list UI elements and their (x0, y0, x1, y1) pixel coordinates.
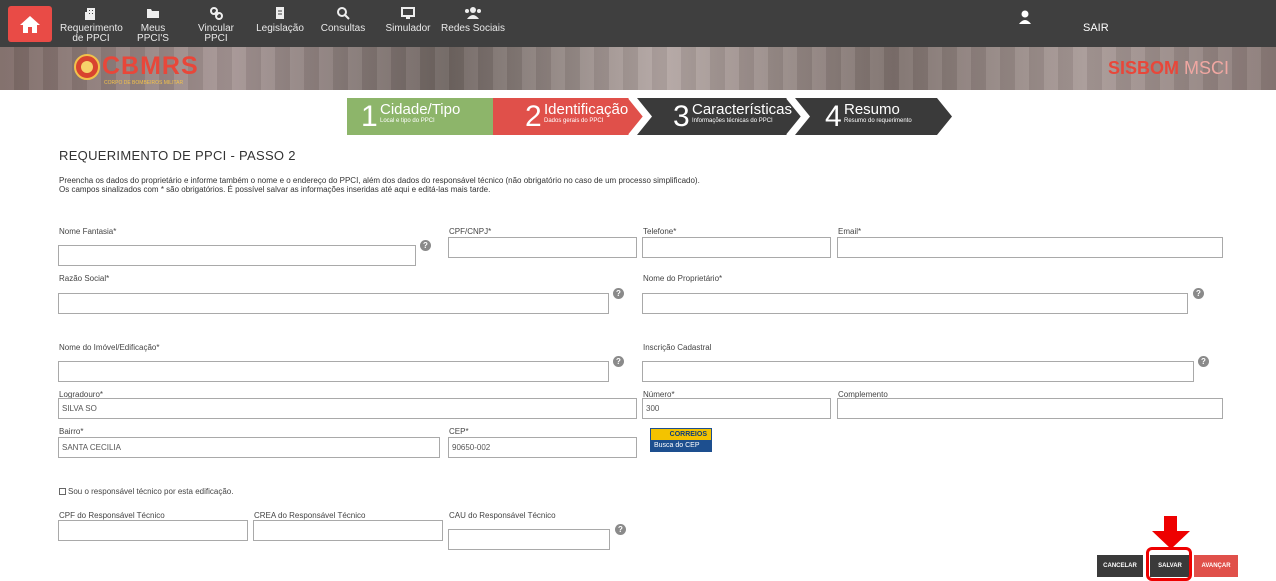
save-highlight-box (1146, 547, 1192, 581)
search-icon (316, 6, 370, 22)
inscricao-cadastral-input[interactable] (642, 361, 1194, 382)
nome-imovel-label: Nome do Imóvel/Edificação* (59, 343, 160, 352)
bairro-label: Bairro* (59, 427, 84, 436)
system-name: SISBOM (1108, 58, 1180, 78)
brand-subtitle: CORPO DE BOMBEIROS MILITAR (104, 80, 184, 86)
step-4[interactable]: 4 Resumo Resumo do requerimento (811, 98, 941, 135)
step-title: Cidade/Tipo (380, 101, 461, 118)
cau-resp-input[interactable] (448, 529, 610, 550)
step-subtitle: Informações técnicas do PPCI (692, 118, 773, 124)
system-suffix: MSCI (1184, 58, 1230, 78)
crea-resp-label: CREA do Responsável Técnico (254, 511, 366, 520)
page-title: REQUERIMENTO DE PPCI - PASSO 2 (59, 148, 296, 163)
link-icon (186, 6, 246, 22)
inscricao-cadastral-label: Inscrição Cadastral (643, 343, 712, 352)
checkbox-label: Sou o responsável técnico por esta edifi… (68, 487, 234, 496)
nome-fantasia-input[interactable] (58, 245, 416, 266)
monitor-icon (380, 6, 436, 22)
logradouro-input[interactable] (58, 398, 637, 419)
bairro-input[interactable] (58, 437, 440, 458)
nav-requerimento[interactable]: Requerimento de PPCI (60, 6, 123, 44)
nav-meus-ppcis[interactable]: Meus PPCI'S (125, 6, 181, 44)
nome-fantasia-label: Nome Fantasia* (59, 227, 117, 236)
step-title: Resumo (844, 101, 900, 118)
home-button[interactable] (8, 6, 52, 42)
step-subtitle: Dados gerais do PPCI (544, 118, 604, 124)
cep-label: CEP* (449, 427, 469, 436)
nav-consultas[interactable]: Consultas (316, 6, 370, 44)
folder-icon (125, 6, 181, 22)
help-icon[interactable]: ? (615, 524, 626, 535)
nav-label: Redes Sociais (441, 23, 505, 34)
cbmrs-seal-logo (74, 54, 100, 80)
step-number: 2 (525, 100, 542, 133)
complemento-input[interactable] (837, 398, 1223, 419)
intro-line: Preencha os dados do proprietário e info… (59, 176, 700, 185)
cpf-cnpj-input[interactable] (448, 237, 637, 258)
razao-social-label: Razão Social* (59, 274, 110, 283)
correios-logo-text: CORREIOS (651, 429, 711, 440)
nav-label: Legislação (256, 23, 304, 34)
nome-proprietario-input[interactable] (642, 293, 1188, 314)
responsavel-checkbox-row[interactable]: Sou o responsável técnico por esta edifi… (59, 487, 233, 496)
cancel-button[interactable]: CANCELAR (1097, 555, 1143, 577)
telefone-label: Telefone* (643, 227, 677, 236)
nav-label: Simulador (385, 23, 431, 34)
help-icon[interactable]: ? (1198, 356, 1209, 367)
nav-label: Requerimento de PPCI (60, 23, 123, 44)
step-number: 4 (825, 100, 842, 133)
step-1[interactable]: 1 Cidade/Tipo Local e tipo do PPCI (347, 98, 493, 135)
user-icon[interactable] (1019, 10, 1031, 29)
nav-vincular-ppci[interactable]: Vincular PPCI (186, 6, 246, 44)
numero-input[interactable] (642, 398, 831, 419)
cpf-cnpj-label: CPF/CNPJ* (449, 227, 492, 236)
razao-social-input[interactable] (58, 293, 609, 314)
nav-legislacao[interactable]: Legislação (254, 6, 306, 44)
correios-cep-search-button[interactable]: CORREIOS Busca do CEP (650, 428, 712, 452)
document-icon (254, 6, 306, 22)
step-subtitle: Resumo do requerimento (844, 118, 912, 124)
step-subtitle: Local e tipo do PPCI (380, 118, 435, 124)
cau-resp-label: CAU do Responsável Técnico (449, 511, 556, 520)
top-nav: Requerimento de PPCI Meus PPCI'S Vincula… (0, 0, 1276, 47)
nav-simulador[interactable]: Simulador (380, 6, 436, 44)
nav-label: Meus PPCI'S (137, 23, 169, 44)
step-title: Características (692, 101, 793, 118)
correios-search-text: Busca do CEP (651, 440, 711, 452)
help-icon[interactable]: ? (613, 356, 624, 367)
logout-link[interactable]: SAIR (1083, 22, 1109, 34)
intro-line: Os campos sinalizados com * são obrigató… (59, 185, 491, 194)
cpf-resp-input[interactable] (58, 520, 248, 541)
step-number: 3 (673, 100, 690, 133)
system-logo: SISBOM MSCI (1108, 58, 1229, 79)
help-icon[interactable]: ? (420, 240, 431, 251)
step-title: Identificação (544, 101, 629, 118)
nav-redes-sociais[interactable]: Redes Sociais (441, 6, 505, 44)
step-3[interactable]: 3 Características Informações técnicas d… (659, 98, 799, 135)
email-input[interactable] (837, 237, 1223, 258)
nome-imovel-input[interactable] (58, 361, 609, 382)
nav-label: Vincular PPCI (198, 23, 234, 44)
down-arrow-annotation-icon (1152, 516, 1190, 549)
cpf-resp-label: CPF do Responsável Técnico (59, 511, 165, 520)
crea-resp-input[interactable] (253, 520, 443, 541)
users-icon (441, 6, 505, 22)
email-label: Email* (838, 227, 862, 236)
step-number: 1 (361, 100, 378, 133)
telefone-input[interactable] (642, 237, 831, 258)
home-icon (20, 16, 40, 33)
page-intro: Preencha os dados do proprietário e info… (59, 176, 700, 194)
next-button[interactable]: AVANÇAR (1194, 555, 1238, 577)
checkbox-icon[interactable] (59, 488, 66, 495)
step-2[interactable]: 2 Identificação Dados gerais do PPCI (511, 98, 641, 135)
wizard-steps: 1 Cidade/Tipo Local e tipo do PPCI 2 Ide… (347, 98, 957, 135)
building-icon (60, 6, 122, 22)
nav-label: Consultas (320, 23, 366, 34)
help-icon[interactable]: ? (613, 288, 624, 299)
brand-logo: CBMRS (102, 52, 199, 80)
nome-proprietario-label: Nome do Proprietário* (643, 274, 723, 283)
help-icon[interactable]: ? (1193, 288, 1204, 299)
cep-input[interactable] (448, 437, 637, 458)
